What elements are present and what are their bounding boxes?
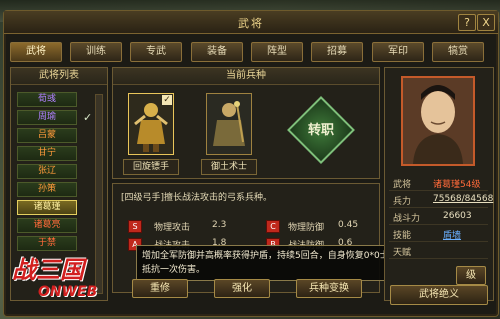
power-value: 26603 — [443, 211, 472, 221]
stat-name: 物理攻击 — [154, 223, 191, 233]
general-list-item[interactable]: 甘宁 — [17, 146, 77, 161]
strengthen-button[interactable]: 强化 — [214, 279, 270, 298]
tab-training[interactable]: 训练 — [70, 42, 122, 62]
window-titlebar: 武将 ? X — [4, 11, 498, 34]
tab-weapon[interactable]: 专武 — [130, 42, 182, 62]
general-face-icon — [403, 78, 473, 164]
troop-portrait-2[interactable] — [206, 93, 252, 155]
general-list-item[interactable]: 孙策 — [17, 182, 77, 197]
tab-seal[interactable]: 军印 — [372, 42, 424, 62]
tab-recruit[interactable]: 招募 — [311, 42, 363, 62]
general-list-item[interactable]: 张辽 — [17, 164, 77, 179]
general-list-title: 武将列表 — [11, 68, 107, 85]
troop-label-1: 回旋镖手 — [123, 159, 179, 175]
general-list-item[interactable]: 荀彧 — [17, 92, 77, 107]
info-row-talent: 天赋 — [389, 243, 488, 259]
general-list-item-selected[interactable]: 诸葛瑾 — [17, 200, 77, 215]
info-row-troops: 兵力 75568/84568 — [389, 192, 493, 208]
general-list-item[interactable]: 诸葛亮 — [17, 218, 77, 233]
stat-value: 2.3 — [212, 220, 227, 230]
general-list-item[interactable]: 吕蒙 — [17, 128, 77, 143]
tab-formation[interactable]: 阵型 — [251, 42, 303, 62]
change-troop-button[interactable]: 兵种变换 — [296, 279, 362, 298]
logo-sub-text: ONWEB — [38, 284, 98, 300]
grade-badge: S — [128, 220, 142, 233]
window-title: 武将 — [238, 17, 264, 30]
mage-soldier-icon — [207, 94, 251, 154]
troop-portrait-1[interactable]: ✓ — [128, 93, 174, 155]
reset-button[interactable]: 重修 — [132, 279, 188, 298]
check-icon: ✓ — [83, 111, 93, 124]
help-button[interactable]: ? — [458, 14, 476, 31]
tab-reward[interactable]: 犒赏 — [432, 42, 484, 62]
grade-badge: C — [266, 220, 280, 233]
troop-panel-title: 当前兵种 — [113, 68, 379, 85]
general-portrait — [401, 76, 475, 166]
skill-link[interactable]: 盾墙 — [443, 228, 461, 241]
game-logo: 战三国 ONWEB — [8, 246, 116, 310]
tab-bar: 武将 训练 专武 装备 阵型 招募 军印 犒赏 — [10, 42, 492, 62]
info-row-power: 战斗力 26603 — [389, 209, 488, 225]
stat-name: 物理防御 — [288, 223, 325, 233]
logo-main-text: 战三国 — [12, 256, 84, 284]
general-list-item[interactable]: 周瑜 — [17, 110, 77, 125]
change-job-label[interactable]: 转职 — [297, 119, 345, 138]
general-skill-button[interactable]: 武将绝义 — [390, 285, 488, 305]
tab-equipment[interactable]: 装备 — [191, 42, 243, 62]
close-button[interactable]: X — [477, 14, 495, 31]
selected-check-icon: ✓ — [162, 95, 172, 105]
general-name-value: 诸葛瑾54级 — [433, 180, 481, 190]
info-row-name: 武将 诸葛瑾54级 — [389, 175, 488, 191]
troop-count-value[interactable]: 75568/84568 — [433, 194, 493, 204]
troop-description: [四级弓手]擅长战法攻击的弓系兵种。 — [121, 193, 273, 203]
stat-value: 0.45 — [338, 220, 359, 230]
partial-button[interactable]: 级 — [456, 266, 486, 285]
info-row-skill: 技能 盾墙 — [389, 226, 488, 242]
tab-generals[interactable]: 武将 — [10, 42, 62, 62]
troop-label-2: 御土术士 — [201, 159, 257, 175]
